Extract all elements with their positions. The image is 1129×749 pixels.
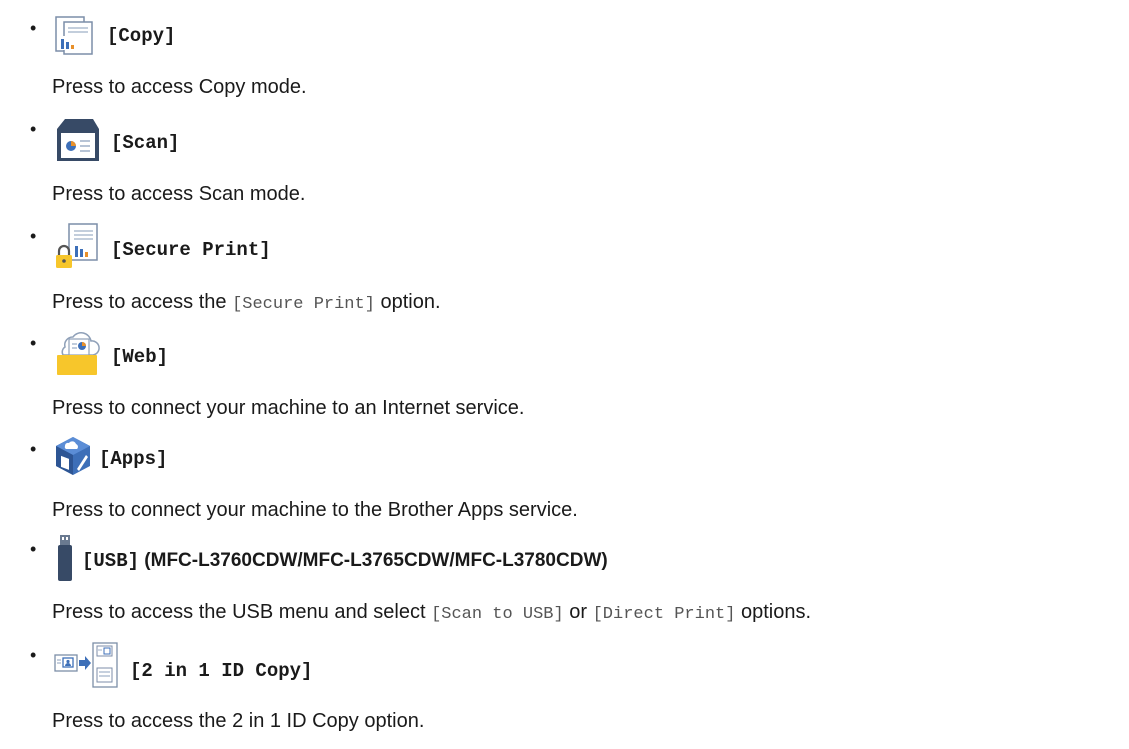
desc-text: or — [563, 601, 593, 623]
bullet: • — [30, 439, 37, 459]
bullet: • — [30, 119, 37, 139]
desc-text: options. — [735, 601, 812, 623]
bullet: • — [30, 226, 37, 246]
menu-label: [Web] — [111, 346, 169, 368]
menu-label: [Copy] — [107, 25, 176, 47]
secure-print-icon — [53, 222, 101, 270]
menu-description: Press to access the USB menu and select … — [52, 599, 811, 628]
menu-description: Press to connect your machine to an Inte… — [52, 397, 525, 419]
web-icon — [53, 329, 103, 377]
bullet: • — [30, 539, 37, 559]
desc-text: Press to access the — [52, 291, 233, 313]
copy-icon — [53, 14, 95, 56]
menu-description: Press to connect your machine to the Bro… — [52, 499, 578, 521]
desc-code: [Scan to USB] — [431, 605, 564, 624]
desc-code: [Direct Print] — [592, 605, 736, 624]
model-list: (MFC-L3760CDW/MFC-L3765CDW/MFC-L3780CDW) — [139, 550, 608, 571]
menu-label: [Apps] — [99, 448, 168, 470]
menu-label: [Secure Print] — [111, 239, 271, 261]
menu-description: Press to access Scan mode. — [52, 183, 306, 205]
bullet: • — [30, 18, 37, 38]
id-copy-icon — [53, 641, 119, 689]
usb-icon — [58, 535, 72, 581]
desc-text: Press to access the USB menu and select — [52, 601, 432, 623]
menu-description: Press to access Copy mode. — [52, 76, 307, 98]
menu-description: Press to access the 2 in 1 ID Copy optio… — [52, 710, 425, 732]
bullet: • — [30, 333, 37, 353]
apps-icon — [53, 435, 93, 477]
usb-label: [USB] — [82, 550, 140, 572]
scan-icon — [53, 115, 101, 163]
menu-label: [USB] (MFC-L3760CDW/MFC-L3765CDW/MFC-L37… — [82, 547, 608, 575]
desc-code: [Secure Print] — [232, 295, 375, 314]
menu-label: [2 in 1 ID Copy] — [130, 660, 313, 682]
menu-description: Press to access the [Secure Print] optio… — [52, 289, 441, 318]
control-panel-menu-list: • [Copy] Press to access Copy mode. • [S… — [0, 0, 1129, 749]
desc-text: option. — [374, 291, 441, 313]
menu-label: [Scan] — [111, 132, 180, 154]
bullet: • — [30, 645, 37, 665]
